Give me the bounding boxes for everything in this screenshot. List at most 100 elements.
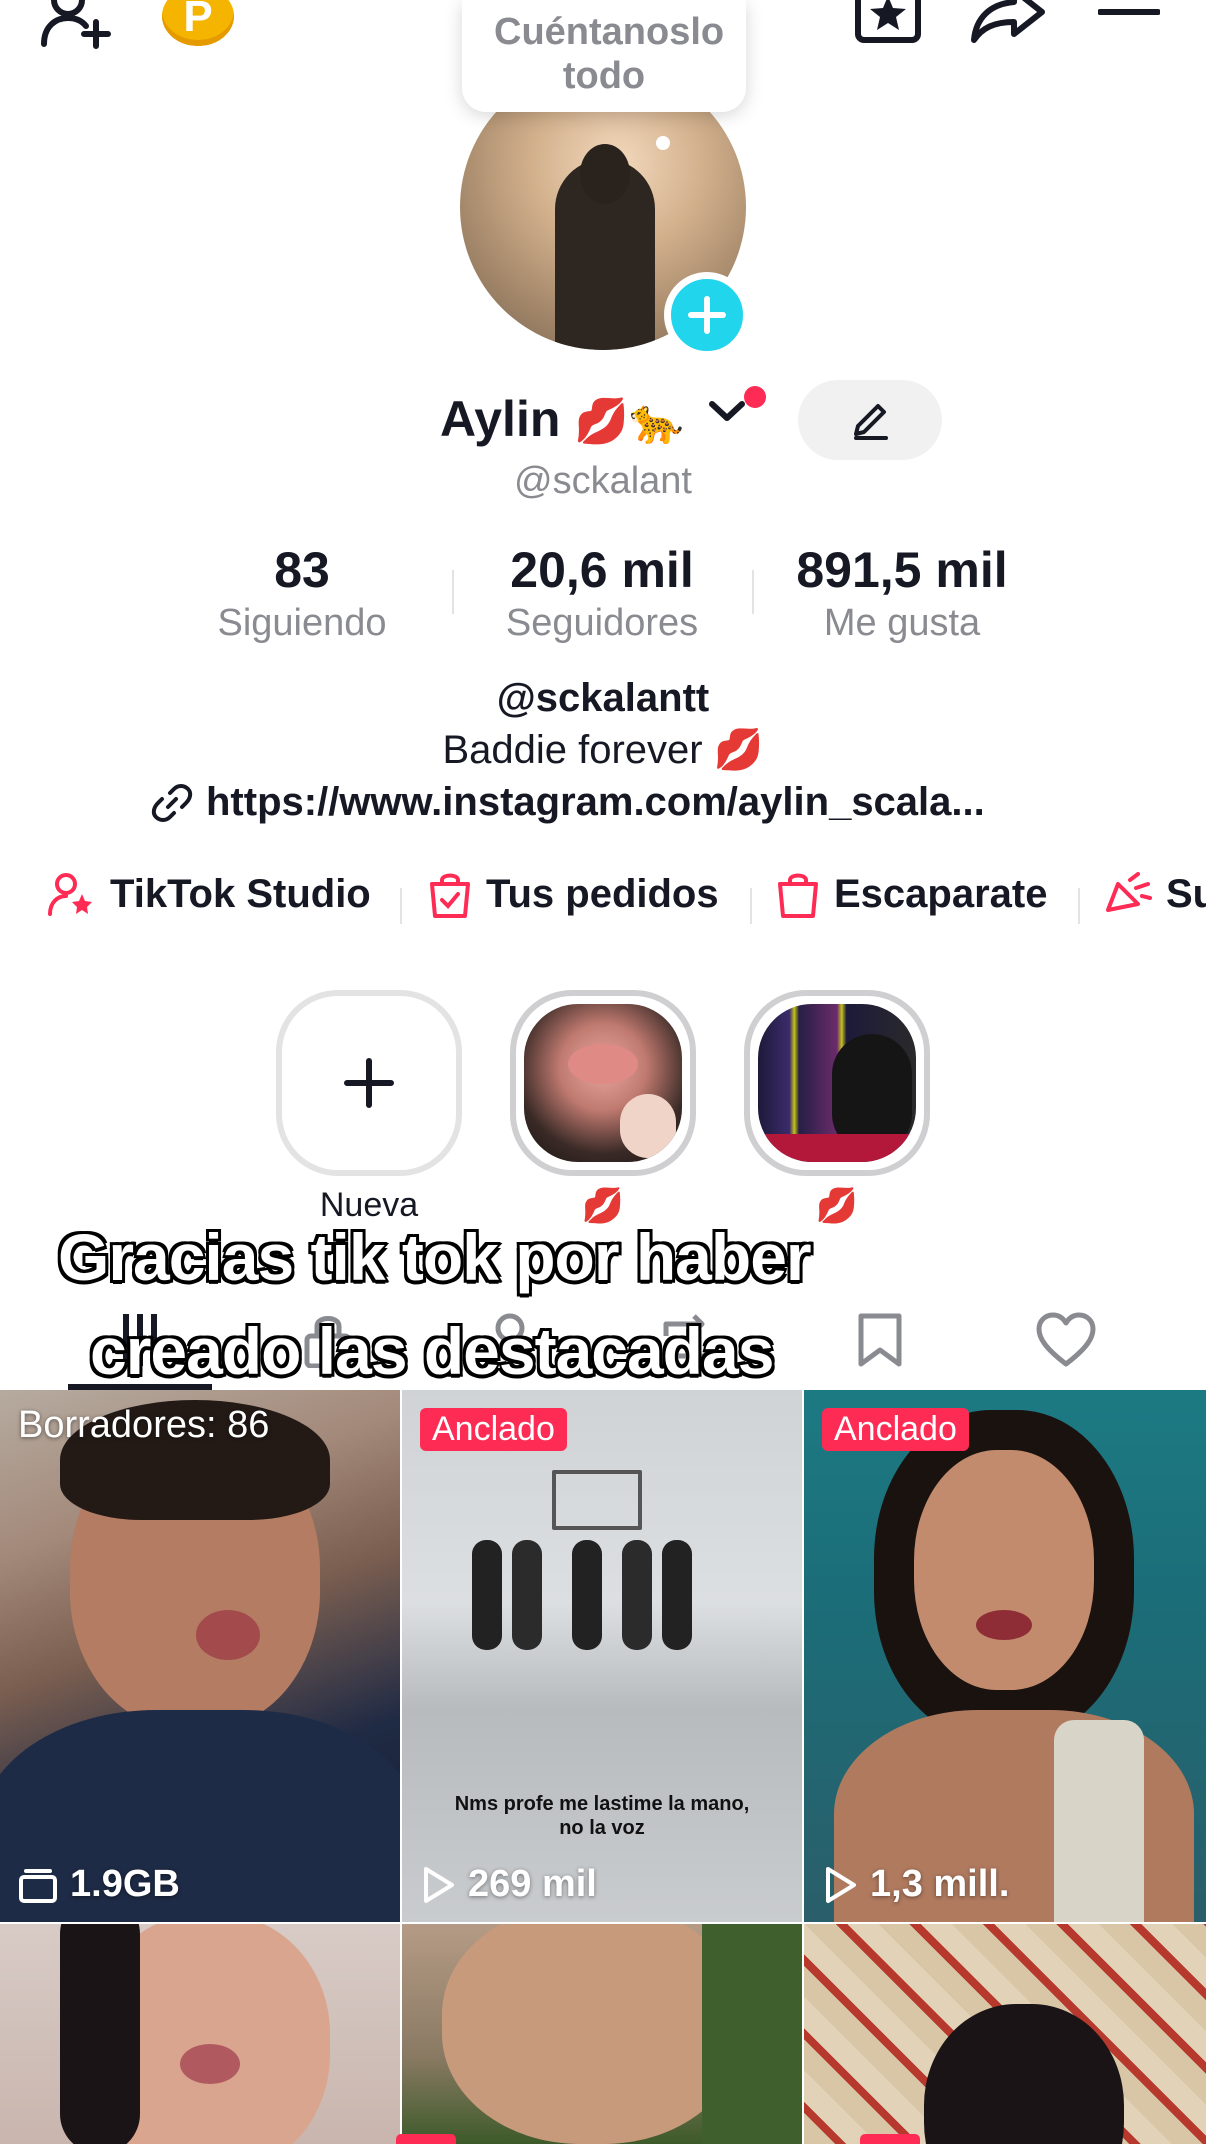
thumbnail-lips [976, 1610, 1032, 1640]
video-grid: Borradores: 86 1.9GB Anclado Nms profe m… [0, 1390, 1206, 2144]
bio-link[interactable]: https://www.instagram.com/aylin_scala... [150, 780, 985, 825]
stat-following[interactable]: 83 Siguiendo [152, 540, 452, 646]
thumbnail-lips [180, 2044, 240, 2084]
add-friend-icon[interactable] [40, 0, 116, 50]
thumbnail-face [442, 1924, 742, 2144]
drafts-icon [19, 1868, 57, 1903]
shortcuts-row: TikTok Studio Tus pedidos Escaparate Su [0, 870, 1206, 940]
highlight-story[interactable] [744, 990, 930, 1176]
stat-value: 20,6 mil [510, 542, 694, 598]
stat-followers[interactable]: 20,6 mil Seguidores [452, 540, 752, 646]
new-highlight-button[interactable] [276, 990, 462, 1176]
tab-favorites[interactable] [830, 1300, 930, 1380]
notification-dot [744, 386, 766, 408]
bio-text: Baddie forever 💋 [442, 728, 764, 772]
bookmark-icon [858, 1313, 902, 1367]
stat-likes[interactable]: 891,5 mil Me gusta [752, 540, 1052, 646]
thumbnail-hair [60, 1924, 140, 2144]
video-thumbnail[interactable] [804, 1924, 1206, 2144]
tooltip-text: Cuéntanoslo todo [494, 11, 725, 97]
stat-label: Siguiendo [217, 602, 387, 644]
video-thumbnail[interactable] [402, 1924, 802, 2144]
caption-line-1: Gracias tik tok por haber [56, 1218, 814, 1296]
highlight-thumbnail [524, 1004, 682, 1162]
thumbnail-hair [924, 2004, 1124, 2144]
heart-icon [1036, 1312, 1096, 1367]
share-icon[interactable] [970, 0, 1046, 44]
plus-icon [344, 1058, 394, 1108]
thumbnail-hand [620, 1094, 676, 1158]
bio-link-text: https://www.instagram.com/aylin_scala... [206, 780, 985, 824]
thumbnail-person [472, 1540, 502, 1650]
stats-row: 83 Siguiendo 20,6 mil Seguidores 891,5 m… [0, 540, 1206, 650]
thumbnail-lips [196, 1610, 260, 1660]
cell-footer: 269 mil [420, 1863, 597, 1906]
bio-mention[interactable]: @sckalantt [0, 676, 1206, 721]
chevron-down-icon[interactable] [708, 398, 746, 429]
shortcut-label: Tus pedidos [486, 871, 719, 916]
display-name[interactable]: Aylin 💋🐆 [440, 390, 684, 448]
edit-profile-button[interactable] [798, 380, 942, 460]
thumbnail-person [512, 1540, 542, 1650]
shortcut-divider [400, 888, 402, 924]
thumbnail-floor [758, 1134, 916, 1162]
coin-letter: P [183, 0, 213, 41]
thumbnail-person [572, 1540, 602, 1650]
pinned-badge: Anclado [420, 1408, 567, 1451]
creator-icon [48, 873, 92, 916]
cell-footer: 1,3 mill. [822, 1863, 1009, 1906]
stat-label: Seguidores [505, 602, 699, 644]
caption-line-2: creado las destacadas [88, 1312, 776, 1390]
avatar-silhouette-head [580, 144, 630, 204]
view-count: 269 mil [468, 1863, 597, 1905]
video-thumbnail[interactable]: Anclado Nms profe me lastime la mano, no… [402, 1390, 802, 1922]
story-prompt-tooltip[interactable]: Cuéntanoslo todo [462, 0, 746, 112]
scroll-indicator [860, 2134, 920, 2144]
stat-label: Me gusta [823, 602, 981, 644]
coin-icon[interactable]: P [162, 0, 234, 46]
stat-value: 891,5 mil [796, 542, 1008, 598]
shortcut-storefront[interactable]: Escaparate [776, 870, 1047, 918]
display-name-text: Aylin [440, 391, 561, 447]
drafts-size: 1.9GB [70, 1863, 180, 1905]
highlight-thumbnail [758, 1004, 916, 1162]
thumbnail-foliage [702, 1924, 802, 2144]
add-story-button[interactable] [664, 272, 750, 358]
tab-liked[interactable] [1016, 1300, 1116, 1380]
shortcut-orders[interactable]: Tus pedidos [428, 870, 719, 918]
username: @sckalant [514, 460, 692, 502]
drafts-count: Borradores: 86 [18, 1404, 270, 1446]
favorites-icon[interactable] [854, 0, 922, 44]
thumbnail-sash [1054, 1720, 1144, 1922]
stat-value: 83 [274, 542, 330, 598]
thumbnail-person [622, 1540, 652, 1650]
link-icon [151, 783, 193, 822]
video-overlay-text: Nms profe me lastime la mano, no la voz [454, 1793, 750, 1839]
video-thumbnail[interactable]: Anclado 1,3 mill. [804, 1390, 1206, 1922]
shortcut-tiktok-studio[interactable]: TikTok Studio [48, 870, 371, 918]
highlight-story[interactable] [510, 990, 696, 1176]
video-thumbnail[interactable] [0, 1924, 400, 2144]
shortcut-label: Su [1166, 871, 1206, 916]
shortcut-label: TikTok Studio [110, 871, 371, 916]
orders-icon [430, 873, 470, 918]
play-icon [424, 1866, 454, 1903]
pencil-icon [854, 404, 888, 440]
plus-icon [688, 296, 726, 334]
name-emojis: 💋🐆 [574, 397, 684, 446]
cell-footer: 1.9GB [18, 1863, 180, 1906]
tooltip-pointer [656, 136, 670, 150]
name-row: Aylin 💋🐆 [0, 380, 1206, 460]
shortcut-promote[interactable]: Su [1104, 870, 1206, 918]
thumbnail-lips [568, 1044, 638, 1084]
menu-icon[interactable] [1098, 0, 1160, 38]
video-thumbnail-drafts[interactable]: Borradores: 86 1.9GB [0, 1390, 400, 1922]
scroll-indicator [396, 2134, 456, 2144]
play-icon [826, 1866, 856, 1903]
shortcut-divider [750, 888, 752, 924]
thumbnail-face [914, 1450, 1094, 1690]
shortcut-label: Escaparate [834, 871, 1048, 916]
thumbnail-hoop [552, 1470, 642, 1530]
overlay-caption: Gracias tik tok por haber creado las des… [56, 1210, 814, 1398]
thumbnail-person [662, 1540, 692, 1650]
